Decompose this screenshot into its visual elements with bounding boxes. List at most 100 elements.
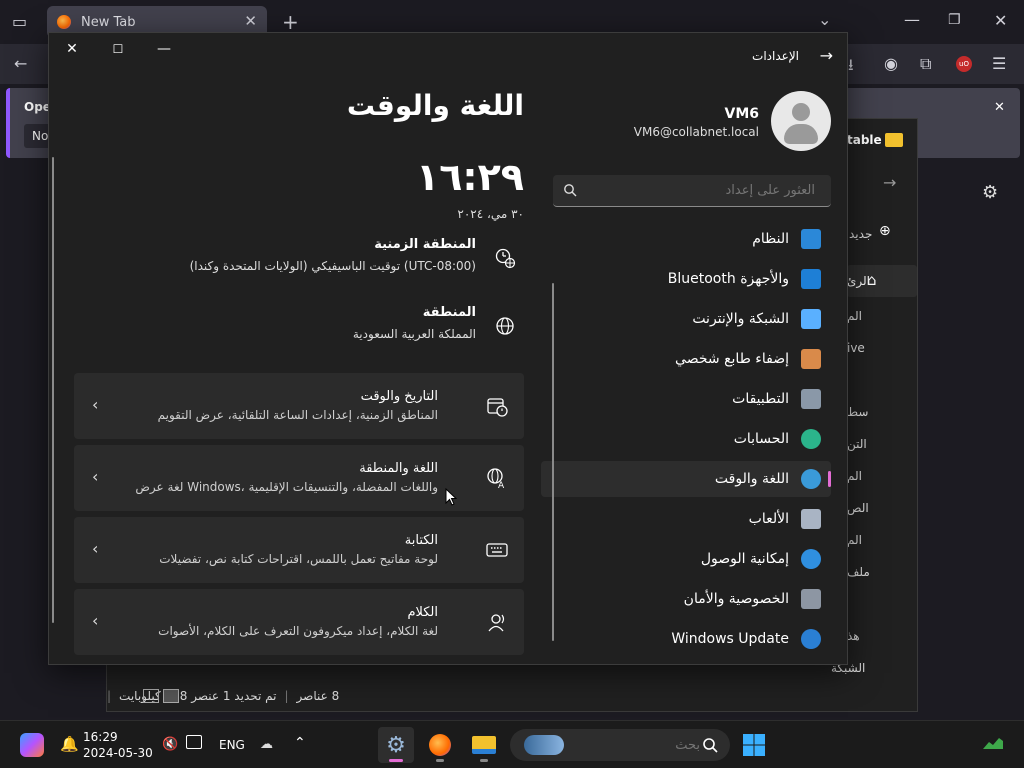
- taskbar-clock[interactable]: 16:29 2024-05-30: [83, 729, 153, 761]
- current-time: ١٦:٢٩: [416, 155, 524, 199]
- sidebar-item-system[interactable]: النظام: [541, 221, 831, 257]
- taskbar-search[interactable]: [510, 729, 730, 761]
- taskbar: 🔔 16:29 2024-05-30 🔇 ENG ☁ ⌃ ⚙: [0, 720, 1024, 768]
- menu-icon[interactable]: ☰: [992, 54, 1006, 73]
- home-icon: ⌂: [867, 271, 877, 289]
- close-tab-icon[interactable]: ✕: [244, 12, 257, 30]
- input-language[interactable]: ENG: [219, 738, 245, 752]
- new-tab-icon[interactable]: +: [282, 10, 299, 34]
- taskbar-date: 2024-05-30: [83, 746, 153, 760]
- settings-gear-icon: ⚙: [386, 732, 406, 758]
- sidebar-item-bluetooth[interactable]: Bluetooth والأجهزة: [541, 261, 831, 297]
- minimize-icon[interactable]: —: [141, 33, 187, 65]
- sidebar-item-label: Bluetooth والأجهزة: [667, 271, 789, 287]
- back-icon[interactable]: ←: [14, 54, 27, 73]
- restore-browser-icon[interactable]: ❐: [948, 12, 961, 28]
- taskbar-time: 16:29: [83, 730, 118, 744]
- account-icon[interactable]: ◉: [884, 54, 898, 73]
- extensions-icon[interactable]: ⧉: [920, 54, 931, 74]
- details-view-icon[interactable]: [143, 689, 159, 703]
- sidebar-item-label: الحسابات: [733, 431, 789, 447]
- card-title: الكتابة: [404, 533, 438, 548]
- network-icon: [801, 309, 821, 329]
- tab-list-icon[interactable]: ▭: [12, 12, 27, 31]
- chevron-left-icon: ‹: [92, 611, 99, 630]
- chevron-left-icon: ‹: [92, 467, 99, 486]
- ublock-icon[interactable]: uO: [956, 56, 972, 72]
- item-count: 8 عناصر: [296, 689, 340, 703]
- close-browser-icon[interactable]: ✕: [994, 11, 1007, 30]
- region-title: المنطقة: [422, 305, 476, 320]
- sidebar-item-accounts[interactable]: الحسابات: [541, 421, 831, 457]
- breadcrumb: table: [847, 133, 882, 147]
- start-button[interactable]: [736, 727, 772, 763]
- card-subtitle: لوحة مفاتيح تعمل باللمس، اقتراحات كتابة …: [159, 552, 438, 566]
- close-window-icon[interactable]: ✕: [49, 33, 95, 65]
- sidebar-item-time-language[interactable]: اللغة والوقت: [541, 461, 831, 497]
- sidebar-item-personalization[interactable]: إضفاء طابع شخصي: [541, 341, 831, 377]
- sidebar-item-home[interactable]: الرئ ⌂: [847, 265, 917, 297]
- mouse-cursor-icon: [445, 488, 457, 506]
- sidebar-item-documents[interactable]: الم: [847, 469, 862, 483]
- sidebar-item-gallery[interactable]: الم: [847, 309, 862, 323]
- back-arrow-icon[interactable]: →: [820, 46, 833, 65]
- gaming-icon: [801, 509, 821, 529]
- card-title: التاريخ والوقت: [360, 389, 438, 404]
- sidebar-item-windows-update[interactable]: Windows Update: [541, 621, 831, 657]
- sidebar-item-network[interactable]: الشبكة والإنترنت: [541, 301, 831, 337]
- minimize-browser-icon[interactable]: —: [904, 10, 920, 29]
- settings-search[interactable]: [553, 175, 831, 207]
- firefox-icon: [429, 734, 451, 756]
- onedrive-off-icon[interactable]: ☁: [260, 737, 273, 752]
- gear-icon[interactable]: ⚙: [982, 182, 998, 203]
- taskbar-settings[interactable]: ⚙: [378, 727, 414, 763]
- volume-muted-icon[interactable]: 🔇: [162, 737, 178, 752]
- tiles-view-icon[interactable]: [163, 689, 179, 703]
- list-all-tabs-icon[interactable]: ⌄: [818, 10, 831, 29]
- taskbar-firefox[interactable]: [422, 727, 458, 763]
- sidebar-item-pictures[interactable]: الص: [847, 501, 869, 515]
- file-explorer-icon: [472, 736, 496, 754]
- sidebar-item-privacy[interactable]: الخصوصية والأمان: [541, 581, 831, 617]
- widgets-icon[interactable]: [982, 735, 1004, 751]
- calendar-clock-icon: [487, 398, 508, 417]
- sidebar-item-videos[interactable]: ملف: [847, 565, 870, 579]
- sidebar-item-desktop[interactable]: سط: [847, 405, 868, 419]
- downloads-icon[interactable]: ⭳: [848, 54, 854, 81]
- sidebar-item-this-pc[interactable]: هذ: [847, 629, 860, 643]
- copilot-icon[interactable]: [20, 733, 44, 757]
- sidebar-item-label: التطبيقات: [732, 391, 789, 407]
- sidebar-item-accessibility[interactable]: إمكانية الوصول: [541, 541, 831, 577]
- chevron-up-icon[interactable]: ⌃: [294, 735, 306, 751]
- sidebar-item-downloads[interactable]: التن: [847, 437, 867, 451]
- close-notice-icon[interactable]: ✕: [994, 100, 1005, 115]
- forward-icon[interactable]: →: [883, 173, 896, 192]
- status-bar: 8 عناصر | تم تحديد 1 عنصر 568 كيلوبايت |: [107, 689, 340, 703]
- settings-card-keyboard[interactable]: الكتابة لوحة مفاتيح تعمل باللمس، اقتراحات…: [74, 517, 524, 583]
- speech-icon: [488, 614, 505, 632]
- search-input[interactable]: [583, 175, 823, 206]
- settings-card-calendar-clock[interactable]: التاريخ والوقت المناطق الزمنية، إعدادات ا…: [74, 373, 524, 439]
- network-monitor-icon[interactable]: [186, 735, 202, 749]
- content-scrollbar[interactable]: [52, 157, 54, 623]
- user-email: VM6@collabnet.local: [633, 125, 759, 139]
- taskbar-search-input[interactable]: [570, 729, 700, 761]
- language-icon: A: [487, 468, 505, 489]
- new-button[interactable]: جديد: [849, 227, 872, 241]
- nav-scrollbar[interactable]: [552, 283, 554, 641]
- avatar[interactable]: [771, 91, 831, 151]
- sidebar-item-label: النظام: [752, 231, 789, 247]
- system-icon: [801, 229, 821, 249]
- maximize-icon[interactable]: ☐: [95, 33, 141, 65]
- accessibility-icon: [801, 549, 821, 569]
- sidebar-item-music[interactable]: الم: [847, 533, 862, 547]
- settings-card-speech[interactable]: الكلام لغة الكلام، إعداد ميكروفون التعرف …: [74, 589, 524, 655]
- taskbar-file-explorer[interactable]: [466, 727, 502, 763]
- privacy-icon: [801, 589, 821, 609]
- notification-bell-icon[interactable]: 🔔: [60, 735, 79, 753]
- sidebar-item-gaming[interactable]: الألعاب: [541, 501, 831, 537]
- current-date: ٣٠ مي، ٢٠٢٤: [457, 207, 524, 221]
- sidebar-item-apps[interactable]: التطبيقات: [541, 381, 831, 417]
- sidebar-item-onedrive[interactable]: ive: [847, 341, 865, 355]
- window-title: الإعدادات: [752, 49, 799, 63]
